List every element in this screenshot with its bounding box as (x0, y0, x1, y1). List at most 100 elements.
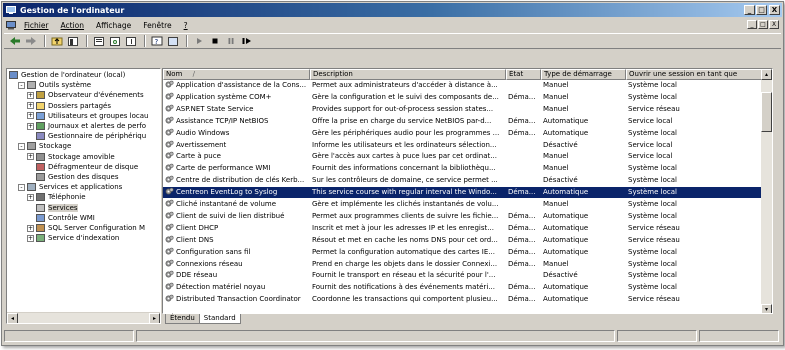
tree-node[interactable]: + Téléphonie (27, 192, 86, 202)
tree-horizontal-scrollbar[interactable]: ◂ ▸ (7, 312, 160, 323)
forward-arrow-icon[interactable] (24, 35, 38, 47)
collapse-icon[interactable]: - (18, 142, 25, 150)
table-row[interactable]: Application système COM+ Gère la configur… (163, 92, 763, 103)
refresh-icon[interactable] (108, 35, 122, 47)
table-row[interactable]: Détection matériel noyau Fournit des noti… (163, 282, 763, 293)
tree-node[interactable]: - Services et applications (18, 182, 122, 192)
table-row[interactable]: Centre de distribution de clés Kerb... Su… (163, 175, 763, 186)
service-name-text: Connexions réseau (176, 259, 243, 268)
table-row[interactable]: Connexions réseau Prend en charge les obj… (163, 259, 763, 270)
show-hide-tree-icon[interactable] (66, 35, 80, 47)
column-header-name[interactable]: Nom / (163, 69, 310, 80)
mdi-restore-button[interactable]: □ (758, 20, 768, 29)
table-row[interactable]: Centreon EventLog to Syslog This service … (163, 187, 763, 199)
up-folder-icon[interactable] (50, 35, 64, 47)
scroll-thumb[interactable] (761, 92, 772, 132)
service-description: Permet aux programmes clients de suivre … (310, 211, 506, 222)
back-arrow-icon[interactable] (8, 35, 22, 47)
service-name-text: Client DNS (176, 235, 214, 244)
service-logon-text: Système local (628, 200, 677, 208)
mdi-minimize-button[interactable]: _ (747, 20, 757, 29)
service-gear-icon (165, 294, 174, 303)
tree-node[interactable]: Contrôle WMI (27, 213, 95, 223)
table-row[interactable]: Client de suivi de lien distribué Permet … (163, 211, 763, 222)
tab-extended[interactable]: Étendu (165, 314, 200, 324)
services-list[interactable]: Nom / Description État Type de démarrage… (162, 68, 773, 314)
table-row[interactable]: Application d'assistance de la Cons... Pe… (163, 80, 763, 91)
table-row[interactable]: Audio Windows Gère les périphériques audi… (163, 128, 763, 139)
pause-service-icon[interactable] (224, 35, 238, 47)
expand-icon[interactable]: + (27, 122, 34, 130)
table-row[interactable]: Avertissement Informe les utilisateurs et… (163, 140, 763, 151)
tree-node[interactable]: Gestionnaire de périphériqu (27, 131, 146, 141)
tree-node-label: Utilisateurs et groupes locau (48, 111, 149, 120)
title-bar[interactable]: Gestion de l'ordinateur _ □ X (3, 3, 782, 17)
column-header-description[interactable]: Description (310, 69, 506, 80)
tree-node[interactable]: + Journaux et alertes de perfo (27, 121, 146, 131)
menu-fenetre[interactable]: Fenêtre (137, 21, 177, 30)
table-row[interactable]: Configuration sans fil Permet la configur… (163, 247, 763, 258)
tree-node[interactable]: + Dossiers partagés (27, 101, 111, 111)
tree-node[interactable]: Services (27, 203, 78, 213)
collapse-icon[interactable]: - (18, 183, 25, 191)
restart-service-icon[interactable] (240, 35, 254, 47)
tree-node[interactable]: + Observateur d'événements (27, 90, 144, 100)
maximize-button[interactable]: □ (756, 5, 767, 15)
mmc-menu-icon[interactable] (6, 20, 16, 30)
table-row[interactable]: DDE réseau Fournit le transport en réseau… (163, 270, 763, 281)
menu-help[interactable]: ? (178, 21, 194, 30)
scroll-up-button[interactable]: ▴ (761, 69, 772, 80)
menu-action[interactable]: Action (55, 21, 91, 30)
tree-node[interactable]: Gestion des disques (27, 172, 119, 182)
menu-fichier[interactable]: Fichier (18, 21, 55, 30)
menu-affichage[interactable]: Affichage (90, 21, 137, 30)
properties-icon[interactable] (92, 35, 106, 47)
table-row[interactable]: ASP.NET State Service Provides support fo… (163, 104, 763, 115)
service-name: Carte à puce (163, 151, 310, 162)
help-icon[interactable]: ? (150, 35, 164, 47)
service-startup-type: Manuel (541, 80, 626, 91)
tree-node[interactable]: + Stockage amovible (27, 152, 115, 162)
tree-node[interactable]: - Outils système (18, 80, 91, 90)
export-list-icon[interactable] (124, 35, 138, 47)
scroll-right-button[interactable]: ▸ (149, 313, 160, 323)
tree-node[interactable]: - Stockage (18, 141, 71, 151)
service-state-text: Déma... (508, 295, 536, 304)
console-icon[interactable] (166, 35, 180, 47)
table-row[interactable]: Client DNS Résout et met en cache les nom… (163, 235, 763, 246)
column-header-logon-as[interactable]: Ouvrir une session en tant que (626, 69, 763, 80)
console-tree[interactable]: Gestion de l'ordinateur (local) - Outils s… (6, 68, 161, 324)
tree-node[interactable]: + SQL Server Configuration M (27, 223, 145, 233)
minimize-button[interactable]: _ (744, 5, 755, 15)
expand-icon[interactable]: + (27, 153, 34, 161)
tree-node[interactable]: + Utilisateurs et groupes locau (27, 111, 148, 121)
tree-node[interactable]: Défragmenteur de disque (27, 162, 138, 172)
column-header-startup-type[interactable]: Type de démarrage (541, 69, 626, 80)
service-startup-type: Automatique (541, 247, 626, 258)
table-row[interactable]: Carte à puce Gère l'accès aux cartes à pu… (163, 151, 763, 162)
scroll-down-button[interactable]: ▾ (761, 304, 772, 313)
expand-icon[interactable]: + (27, 193, 34, 201)
table-row[interactable]: Client DHCP Inscrit et met à jour les adr… (163, 223, 763, 234)
collapse-icon[interactable]: - (18, 81, 25, 89)
mdi-close-button[interactable]: X (769, 20, 779, 29)
list-vertical-scrollbar[interactable]: ▴ ▾ (761, 69, 772, 313)
column-header-state[interactable]: État (506, 69, 541, 80)
expand-icon[interactable]: + (27, 224, 34, 232)
table-row[interactable]: Carte de performance WMI Fournit des info… (163, 163, 763, 174)
expand-icon[interactable]: + (27, 91, 34, 99)
table-row[interactable]: Assistance TCP/IP NetBIOS Offre la prise … (163, 116, 763, 127)
scroll-left-button[interactable]: ◂ (7, 313, 18, 323)
table-row[interactable]: Distributed Transaction Coordinator Coord… (163, 294, 763, 305)
expand-icon[interactable]: + (27, 112, 34, 120)
close-button[interactable]: X (769, 5, 780, 15)
tab-standard[interactable]: Standard (198, 314, 241, 324)
storage-icon (27, 142, 36, 151)
expand-icon[interactable]: + (27, 234, 34, 242)
tree-node[interactable]: Gestion de l'ordinateur (local) (9, 70, 125, 80)
table-row[interactable]: Cliché instantané de volume Gère et implé… (163, 199, 763, 210)
start-service-icon[interactable] (192, 35, 206, 47)
stop-service-icon[interactable] (208, 35, 222, 47)
tree-node[interactable]: + Service d'indexation (27, 233, 119, 243)
expand-icon[interactable]: + (27, 102, 34, 110)
